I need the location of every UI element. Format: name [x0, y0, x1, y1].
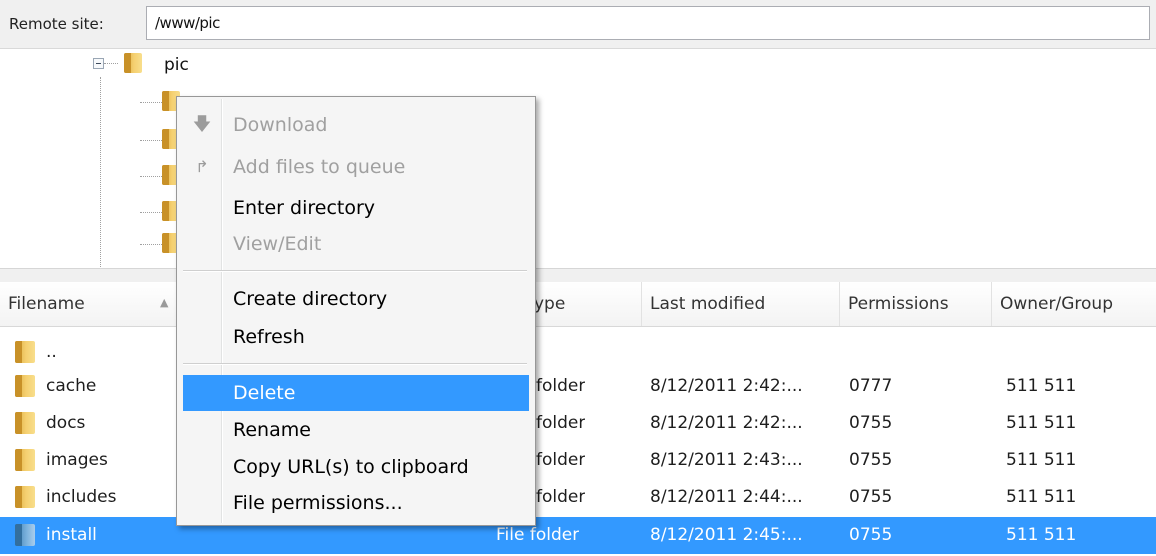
modified-cell: 8/12/2011 2:42:...	[650, 413, 803, 433]
menu-item-label: Copy URL(s) to clipboard	[233, 456, 469, 478]
menu-separator	[183, 270, 527, 272]
menu-item-download[interactable]: 🡇 Download	[179, 107, 531, 143]
menu-item-label: Create directory	[233, 288, 388, 310]
owner-group-cell: 511 511	[1006, 413, 1077, 433]
modified-cell: 8/12/2011 2:44:...	[650, 487, 803, 507]
collapse-toggle-icon[interactable]	[93, 58, 104, 69]
file-row-includes[interactable]: includes folder 8/12/2011 2:44:... 0755 …	[0, 479, 1156, 516]
column-header-owner-group[interactable]: Owner/Group	[992, 282, 1156, 326]
sort-ascending-icon: ▲	[160, 296, 169, 309]
menu-item-label: Add files to queue	[233, 156, 406, 178]
filename-cell: docs	[46, 413, 86, 433]
filetype-cell: folder	[536, 413, 586, 433]
menu-item-delete[interactable]: Delete	[183, 375, 529, 411]
tree-connector	[104, 63, 118, 64]
column-header-permissions[interactable]: Permissions	[840, 282, 992, 326]
permissions-cell: 0755	[849, 525, 893, 545]
menu-item-label: Delete	[233, 382, 296, 404]
tree-child-node[interactable]	[140, 125, 180, 155]
tree-node-pic[interactable]: pic	[164, 55, 189, 75]
folder-icon	[15, 412, 35, 434]
modified-cell: 8/12/2011 2:45:...	[650, 525, 803, 545]
remote-site-bar: Remote site:	[0, 0, 1156, 49]
filetype-cell: folder	[536, 487, 586, 507]
menu-item-view-edit[interactable]: View/Edit	[179, 226, 531, 262]
menu-item-label: Enter directory	[233, 197, 376, 219]
menu-item-label: Refresh	[233, 326, 305, 348]
owner-group-cell: 511 511	[1006, 525, 1077, 545]
owner-group-cell: 511 511	[1006, 376, 1077, 396]
folder-icon	[15, 375, 35, 397]
owner-group-cell: 511 511	[1006, 450, 1077, 470]
menu-item-enter-directory[interactable]: Enter directory	[179, 190, 531, 226]
remote-site-label: Remote site:	[9, 15, 104, 33]
column-header-label: Filename	[8, 294, 85, 314]
tree-guide-line	[100, 77, 101, 267]
permissions-cell: 0777	[849, 376, 893, 396]
permissions-cell: 0755	[849, 487, 893, 507]
menu-item-label: File permissions...	[233, 492, 403, 514]
owner-group-cell: 511 511	[1006, 487, 1077, 507]
folder-icon	[15, 449, 35, 471]
filename-cell: install	[46, 525, 97, 545]
column-header-label: Owner/Group	[1000, 294, 1113, 314]
filename-cell: images	[46, 450, 108, 470]
menu-item-refresh[interactable]: Refresh	[179, 319, 531, 355]
menu-separator	[183, 363, 527, 365]
remote-file-list: Filename ▲ ype Last modified Permissions…	[0, 282, 1156, 556]
remote-directory-tree: pic	[0, 49, 1156, 268]
context-menu: 🡇 Download ↱ Add files to queue Enter di…	[176, 96, 536, 526]
download-arrow-icon: 🡇	[192, 114, 212, 135]
add-to-queue-icon: ↱	[195, 157, 209, 176]
filename-cell: ..	[46, 342, 57, 362]
remote-path-input[interactable]	[146, 6, 1150, 40]
tree-child-node[interactable]	[140, 87, 180, 117]
file-list-header: Filename ▲ ype Last modified Permissions…	[0, 282, 1156, 327]
file-row-install[interactable]: install File folder 8/12/2011 2:45:... 0…	[0, 517, 1156, 554]
menu-item-label: Rename	[233, 419, 311, 441]
modified-cell: 8/12/2011 2:43:...	[650, 450, 803, 470]
menu-item-rename[interactable]: Rename	[179, 412, 531, 448]
column-header-filetype[interactable]: ype	[530, 282, 642, 326]
filetype-cell: folder	[536, 376, 586, 396]
folder-icon	[15, 341, 35, 363]
menu-item-label: View/Edit	[233, 233, 322, 255]
menu-item-label: Download	[233, 114, 328, 136]
menu-item-create-directory[interactable]: Create directory	[179, 281, 531, 317]
file-row-parent[interactable]: ..	[0, 334, 1156, 371]
menu-item-file-permissions[interactable]: File permissions...	[179, 485, 531, 521]
file-row-docs[interactable]: docs folder 8/12/2011 2:42:... 0755 511 …	[0, 405, 1156, 442]
permissions-cell: 0755	[849, 413, 893, 433]
column-header-label: Permissions	[848, 294, 949, 314]
folder-icon	[15, 524, 35, 546]
tree-child-node[interactable]	[140, 229, 180, 259]
filename-cell: includes	[46, 487, 117, 507]
permissions-cell: 0755	[849, 450, 893, 470]
pane-splitter[interactable]	[0, 268, 1156, 283]
menu-item-copy-url[interactable]: Copy URL(s) to clipboard	[179, 449, 531, 485]
tree-child-node[interactable]	[140, 197, 180, 227]
column-header-label: Last modified	[650, 294, 766, 314]
modified-cell: 8/12/2011 2:42:...	[650, 376, 803, 396]
file-row-images[interactable]: images folder 8/12/2011 2:43:... 0755 51…	[0, 442, 1156, 479]
file-row-cache[interactable]: cache folder 8/12/2011 2:42:... 0777 511…	[0, 368, 1156, 405]
column-header-filename[interactable]: Filename ▲	[0, 282, 178, 326]
filetype-cell: folder	[536, 450, 586, 470]
folder-icon	[15, 486, 35, 508]
column-header-label: ype	[534, 294, 566, 314]
menu-item-add-files-to-queue[interactable]: ↱ Add files to queue	[179, 149, 531, 185]
filename-cell: cache	[46, 376, 97, 396]
tree-child-node[interactable]	[140, 161, 180, 191]
folder-icon	[124, 53, 142, 73]
column-header-last-modified[interactable]: Last modified	[642, 282, 840, 326]
